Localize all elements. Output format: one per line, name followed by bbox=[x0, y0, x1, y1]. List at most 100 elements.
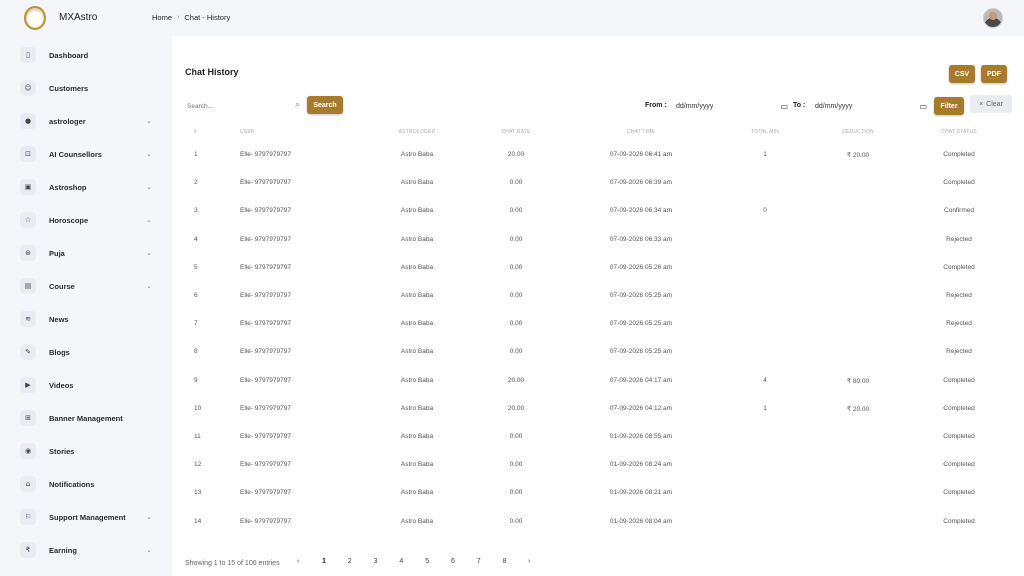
sidebar-item-horoscope[interactable]: ☆ Horoscope ⌄ bbox=[20, 212, 160, 228]
cell-index: 4 bbox=[194, 235, 198, 243]
cell-index: 9 bbox=[194, 376, 198, 384]
csv-export-button[interactable]: CSV bbox=[949, 65, 975, 83]
column-header-deduction[interactable]: DEDUCTION bbox=[842, 129, 874, 135]
nav-item-icon: ⊛ bbox=[20, 245, 36, 261]
sidebar-item-stories[interactable]: ◉ Stories bbox=[20, 443, 160, 459]
sidebar-item-label: AI Counsellors bbox=[49, 149, 102, 159]
calendar-icon[interactable]: ▭ bbox=[919, 102, 927, 111]
pagination-page[interactable]: 2 bbox=[348, 558, 352, 565]
to-date-value: dd/mm/yyyy bbox=[815, 102, 853, 110]
cell-chat-status: Completed bbox=[943, 517, 975, 525]
cell-chat-status: Rejected bbox=[946, 292, 972, 299]
sidebar-item-astrologer[interactable]: ● astrologer ⌄ bbox=[20, 113, 160, 129]
sidebar-item-course[interactable]: ▤ Course ⌄ bbox=[20, 278, 160, 294]
column-header-astrologer[interactable]: ASTROLOGER bbox=[399, 129, 436, 135]
sidebar-item-label: Videos bbox=[49, 380, 74, 390]
clear-button[interactable]: × Clear bbox=[970, 95, 1012, 113]
search-icon[interactable]: ⌕ bbox=[295, 100, 300, 110]
column-header-chat-rate[interactable]: CHAT RATE bbox=[501, 129, 530, 135]
cell-chat-time: 07-09-2026 05:25 am bbox=[609, 320, 673, 328]
cell-deduction: ₹ 80.00 bbox=[846, 377, 870, 385]
pagination-prev-icon[interactable]: ‹ bbox=[297, 558, 299, 565]
cell-astrologer: Astro Baba bbox=[400, 348, 434, 356]
cell-astrologer: Astro Baba bbox=[400, 320, 434, 328]
cell-chat-rate: 0.00 bbox=[509, 292, 523, 299]
sidebar-item-ai-counsellors[interactable]: ⊡ AI Counsellors ⌄ bbox=[20, 146, 160, 162]
breadcrumb-home[interactable]: Home bbox=[152, 13, 172, 22]
sidebar-item-astroshop[interactable]: ▣ Astroshop ⌄ bbox=[20, 179, 160, 195]
cell-user: Elle- 9797979797 bbox=[240, 433, 291, 440]
pagination-page[interactable]: 6 bbox=[451, 558, 455, 565]
cell-chat-rate: 20.00 bbox=[507, 376, 525, 384]
sidebar-item-news[interactable]: ≋ News bbox=[20, 311, 160, 327]
cell-index: 10 bbox=[194, 404, 202, 412]
cell-chat-rate: 0.00 bbox=[509, 320, 523, 328]
search-input[interactable] bbox=[187, 102, 282, 110]
sidebar-item-label: Dashboard bbox=[49, 50, 89, 60]
cell-user: Elle- 9797979797 bbox=[240, 292, 291, 299]
user-avatar[interactable] bbox=[983, 8, 1003, 28]
cell-deduction: ₹ 20.00 bbox=[846, 405, 870, 413]
cell-astrologer: Astro Baba bbox=[400, 235, 434, 243]
pagination-page[interactable]: 1 bbox=[322, 558, 326, 565]
clear-label: Clear bbox=[986, 100, 1003, 108]
cell-index: 14 bbox=[194, 517, 202, 525]
pagination-page[interactable]: 8 bbox=[503, 558, 507, 565]
cell-user: Elle- 9797979797 bbox=[240, 517, 291, 525]
cell-chat-status: Completed bbox=[943, 489, 975, 497]
nav-item-icon: ☆ bbox=[20, 212, 36, 228]
sidebar-item-label: Astroshop bbox=[49, 182, 87, 192]
cell-user: Elle- 9797979797 bbox=[240, 235, 291, 243]
from-date-field[interactable]: dd/mm/yyyy ▭ bbox=[676, 98, 788, 114]
cell-index: 11 bbox=[194, 433, 201, 440]
column-header-chat-time[interactable]: CHAT TIME bbox=[627, 129, 655, 135]
nav-item-icon: ₹ bbox=[20, 542, 36, 558]
column-header-total-min[interactable]: TOTAL MIN bbox=[751, 129, 779, 135]
cell-chat-time: 01-09-2026 08:24 am bbox=[609, 461, 673, 469]
chevron-down-icon: ⌄ bbox=[146, 216, 152, 224]
chevron-down-icon: ⌄ bbox=[146, 249, 152, 257]
cell-index: 13 bbox=[194, 489, 202, 497]
calendar-icon[interactable]: ▭ bbox=[780, 102, 788, 111]
sidebar-item-notifications[interactable]: ⌂ Notifications bbox=[20, 476, 160, 492]
pdf-export-button[interactable]: PDF bbox=[981, 65, 1007, 83]
cell-deduction: ₹ 20.00 bbox=[846, 152, 870, 159]
cell-chat-status: Completed bbox=[943, 404, 975, 412]
pagination-page[interactable]: 4 bbox=[399, 558, 403, 565]
pagination-page[interactable]: 5 bbox=[425, 558, 429, 565]
cell-total-min: 0 bbox=[763, 207, 767, 215]
cell-chat-rate: 0.00 bbox=[509, 517, 523, 525]
sidebar-item-customers[interactable]: ☺ Customers bbox=[20, 80, 160, 96]
sidebar-item-banner-management[interactable]: ⊞ Banner Management bbox=[20, 410, 160, 426]
cell-index: 2 bbox=[194, 179, 198, 187]
cell-astrologer: Astro Baba bbox=[400, 461, 434, 469]
cell-chat-time: 01-09-2026 08:55 am bbox=[609, 433, 673, 440]
sidebar-item-label: Earning bbox=[49, 545, 77, 555]
cell-user: Elle- 9797979797 bbox=[240, 489, 291, 497]
sidebar-item-puja[interactable]: ⊛ Puja ⌄ bbox=[20, 245, 160, 261]
search-button[interactable]: Search bbox=[307, 96, 343, 114]
filter-button[interactable]: Filter bbox=[934, 97, 964, 115]
sidebar-item-support-management[interactable]: ⚐ Support Management ⌄ bbox=[20, 509, 160, 525]
cell-index: 5 bbox=[194, 263, 198, 271]
cell-user: Elle- 9797979797 bbox=[240, 263, 291, 271]
column-header-user[interactable]: USER bbox=[240, 129, 255, 135]
pagination-next-icon[interactable]: › bbox=[528, 558, 530, 565]
cell-index: 12 bbox=[194, 461, 202, 469]
to-date-field[interactable]: dd/mm/yyyy ▭ bbox=[815, 98, 927, 114]
pagination-page[interactable]: 3 bbox=[374, 558, 378, 565]
cell-chat-status: Confirmed bbox=[944, 207, 974, 215]
pagination-page[interactable]: 7 bbox=[477, 558, 481, 565]
cell-astrologer: Astro Baba bbox=[400, 263, 434, 271]
sidebar-item-dashboard[interactable]: ▯ Dashboard bbox=[20, 47, 160, 63]
sidebar-item-videos[interactable]: ▶ Videos bbox=[20, 377, 160, 393]
cell-total-min: 1 bbox=[763, 151, 767, 158]
nav-item-icon: ▯ bbox=[20, 47, 36, 63]
sidebar-item-earning[interactable]: ₹ Earning ⌄ bbox=[20, 542, 160, 558]
cell-index: 1 bbox=[194, 151, 198, 158]
column-header-index[interactable]: # bbox=[194, 129, 197, 135]
nav-item-icon: ⊡ bbox=[20, 146, 36, 162]
app-logo[interactable] bbox=[24, 6, 46, 30]
column-header-chat-status[interactable]: CHAT STATUS bbox=[941, 129, 977, 135]
sidebar-item-blogs[interactable]: ✎ Blogs bbox=[20, 344, 160, 360]
